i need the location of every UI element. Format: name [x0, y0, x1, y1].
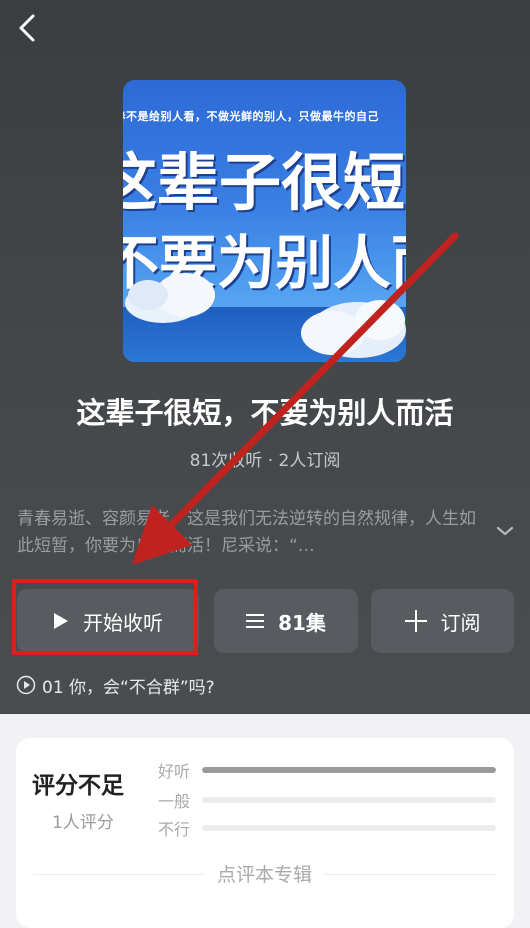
rating-row-bad: 不行 [158, 816, 496, 840]
album-stats: 81次收听 · 2人订阅 [189, 451, 341, 471]
rating-bar [202, 767, 496, 773]
episodes-label: 81集 [278, 610, 326, 635]
rating-title: 评分不足 [32, 773, 124, 799]
cover-top-text: 青春不是给别人看，不做光鲜的别人，只做最牛的自己 [123, 110, 379, 123]
rating-label: 好听 [158, 762, 191, 781]
rating-count: 1人评分 [52, 813, 114, 833]
rating-card: 评分不足 1人评分 好听 一般 不行 点评本专辑 [16, 738, 514, 928]
rating-bar-fill [202, 767, 496, 773]
current-episode-label: 01 你，会“不合群”吗? [42, 677, 215, 698]
review-album-link[interactable]: 点评本专辑 [33, 860, 496, 887]
cover-title-line1: 这辈子很短 [123, 146, 406, 219]
current-episode[interactable]: 01 你，会“不合群”吗? [16, 672, 215, 698]
album-cover: 青春不是给别人看，不做光鲜的别人，只做最牛的自己 这辈子很短 不要为别人而活 [123, 80, 406, 362]
expand-description-button[interactable] [492, 518, 518, 544]
rating-bar [202, 825, 496, 831]
chevron-down-icon [496, 526, 514, 536]
cloud-left-image [125, 273, 215, 323]
start-listening-button[interactable]: 开始收听 [17, 589, 199, 653]
play-circle-icon [16, 675, 36, 695]
rating-row-average: 一般 [158, 788, 496, 812]
play-icon [53, 612, 69, 630]
subscribe-button[interactable]: 订阅 [371, 589, 514, 653]
episodes-button[interactable]: 81集 [214, 589, 358, 653]
subscribe-label: 订阅 [440, 610, 481, 635]
plus-icon [404, 610, 427, 632]
back-button[interactable] [10, 10, 46, 46]
rating-bar [202, 797, 496, 803]
album-description[interactable]: 青春易逝、容颜易老，这是我们无法逆转的自然规律，人生如此短暂，你要为自己而活！尼… [17, 506, 485, 560]
list-icon [246, 613, 265, 629]
rating-label: 一般 [158, 792, 191, 811]
chevron-left-icon [19, 14, 35, 42]
review-album-label: 点评本专辑 [204, 864, 324, 886]
album-title: 这辈子很短，不要为别人而活 [76, 396, 454, 430]
start-listening-label: 开始收听 [83, 610, 163, 635]
rating-row-good: 好听 [158, 758, 496, 782]
cloud-right-image [301, 300, 406, 358]
rating-label: 不行 [158, 820, 191, 839]
